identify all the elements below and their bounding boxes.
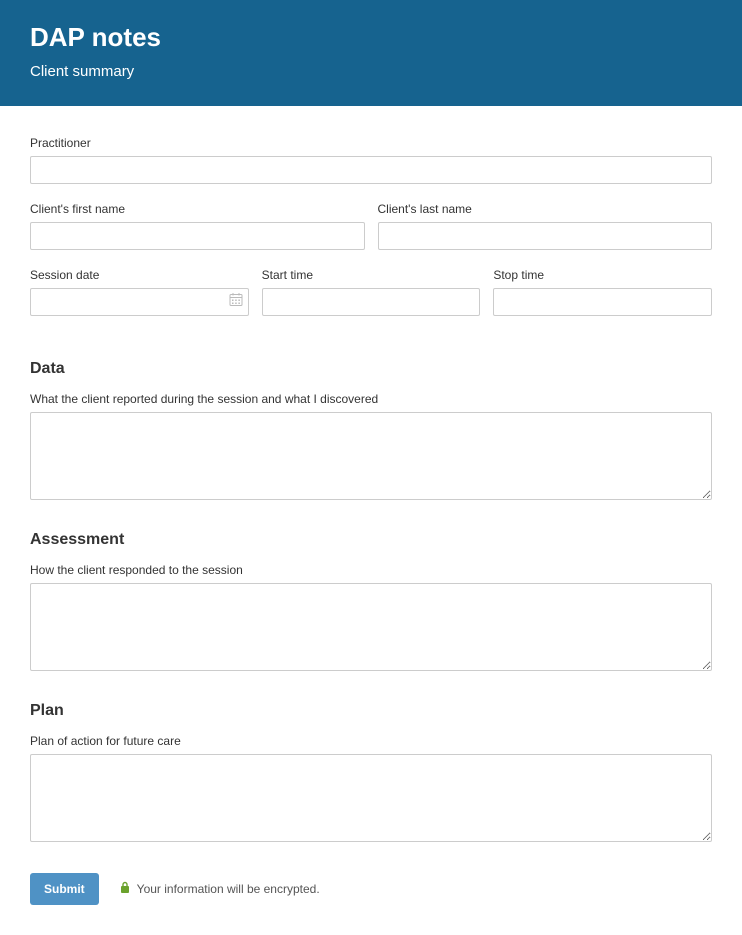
lock-icon — [119, 881, 131, 897]
first-name-input[interactable] — [30, 222, 365, 250]
data-label: What the client reported during the sess… — [30, 392, 712, 406]
session-date-input[interactable] — [30, 288, 249, 316]
stop-time-input[interactable] — [493, 288, 712, 316]
page-title: DAP notes — [30, 22, 712, 53]
plan-textarea[interactable] — [30, 754, 712, 842]
first-name-label: Client's first name — [30, 202, 365, 216]
encryption-notice: Your information will be encrypted. — [119, 881, 320, 897]
section-heading-plan: Plan — [30, 702, 712, 720]
practitioner-label: Practitioner — [30, 136, 712, 150]
last-name-input[interactable] — [378, 222, 713, 250]
form-body: Practitioner Client's first name Client'… — [0, 106, 742, 935]
plan-label: Plan of action for future care — [30, 734, 712, 748]
form-header: DAP notes Client summary — [0, 0, 742, 106]
assessment-label: How the client responded to the session — [30, 563, 712, 577]
session-date-label: Session date — [30, 268, 249, 282]
page-subtitle: Client summary — [30, 63, 712, 80]
encryption-text: Your information will be encrypted. — [137, 882, 320, 896]
stop-time-label: Stop time — [493, 268, 712, 282]
submit-button[interactable]: Submit — [30, 873, 99, 905]
assessment-textarea[interactable] — [30, 583, 712, 671]
section-heading-assessment: Assessment — [30, 531, 712, 549]
section-heading-data: Data — [30, 360, 712, 378]
practitioner-input[interactable] — [30, 156, 712, 184]
start-time-input[interactable] — [262, 288, 481, 316]
start-time-label: Start time — [262, 268, 481, 282]
data-textarea[interactable] — [30, 412, 712, 500]
last-name-label: Client's last name — [378, 202, 713, 216]
